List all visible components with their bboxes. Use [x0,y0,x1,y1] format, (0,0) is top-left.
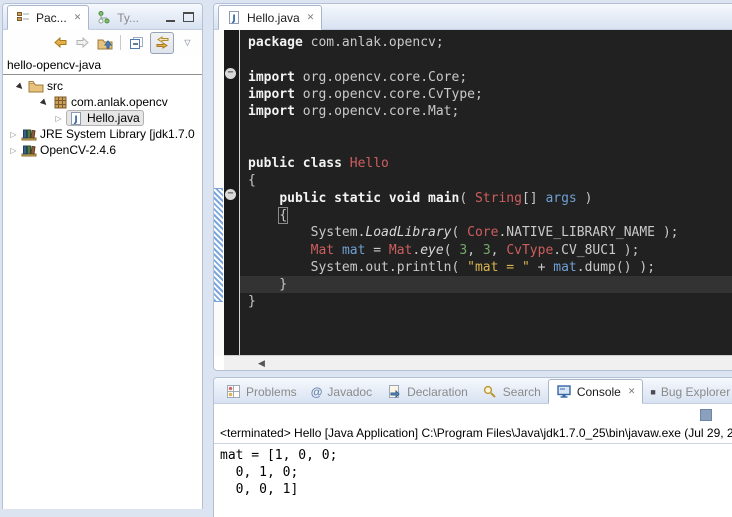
console-output[interactable]: mat = [1, 0, 0; 0, 1, 0; 0, 0, 1] [214,444,732,501]
svg-text:J: J [231,14,235,24]
console-view: Problems @ Javadoc Declaration Search Co… [213,377,732,517]
tab-hello-java[interactable]: J Hello.java ✕ [218,5,322,30]
search-icon [482,385,498,399]
library-icon [21,127,37,141]
tab-declaration[interactable]: Declaration [379,380,475,403]
tab-label: Console [577,385,621,399]
up-button[interactable] [96,35,113,51]
tab-type-hierarchy[interactable]: Ty... [89,6,146,29]
console-toolbar-icon[interactable] [700,409,712,421]
fold-collapse-icon[interactable]: − [225,189,236,200]
left-view-tabbar: Pac... ✕ Ty... [3,4,202,30]
package-explorer-toolbar: ▽ [3,30,202,55]
bug-square-icon: ■ [650,387,655,397]
project-tree: ▶ src ▶ com.anlak.opencv ▷ J Hello.java … [3,75,202,158]
fold-gutter: − − [224,30,240,356]
minimize-icon[interactable] [166,12,175,22]
svg-text:J: J [73,115,77,125]
javadoc-at-icon: @ [311,385,323,399]
collapse-arrow-icon[interactable]: ▷ [9,130,18,139]
java-file-icon: J [68,111,84,125]
package-explorer-icon [15,11,31,25]
tab-label: Bug Explorer [661,385,730,399]
declaration-icon [386,385,402,399]
code-lines[interactable]: package com.anlak.opencv; import org.ope… [240,30,732,356]
tree-item-opencv-library[interactable]: ▷ OpenCV-2.4.6 [3,142,202,158]
tab-label: Ty... [117,11,139,25]
expand-arrow-icon[interactable]: ▶ [14,80,27,93]
tab-label: Pac... [36,11,67,25]
package-explorer-view: Pac... ✕ Ty... ▽ he [2,3,203,509]
tree-item-label: OpenCV-2.4.6 [40,143,116,157]
console-icon [556,385,572,399]
expand-arrow-icon[interactable]: ▶ [38,96,51,109]
java-file-icon: J [226,11,242,25]
tab-label: Hello.java [247,11,300,25]
tree-item-src[interactable]: ▶ src [3,78,202,94]
horizontal-scrollbar[interactable]: ◀ [224,355,732,370]
close-icon[interactable]: ✕ [74,12,82,23]
tree-item-package[interactable]: ▶ com.anlak.opencv [3,94,202,110]
tab-search[interactable]: Search [475,380,548,403]
tab-console[interactable]: Console ✕ [548,379,644,404]
tab-javadoc[interactable]: @ Javadoc [304,380,379,403]
view-menu-button[interactable]: ▽ [179,35,196,51]
tree-item-label: com.anlak.opencv [71,95,168,109]
package-icon [52,95,68,109]
tab-package-explorer[interactable]: Pac... ✕ [7,5,89,30]
tree-item-jre-library[interactable]: ▷ JRE System Library [jdk1.7.0 [3,126,202,142]
tab-problems[interactable]: Problems [218,380,304,403]
tab-bug-explorer[interactable]: ■ Bug Explorer [643,380,732,403]
tab-label: Search [503,385,541,399]
bottom-view-tabbar: Problems @ Javadoc Declaration Search Co… [214,378,732,404]
console-toolbar [214,404,732,425]
tree-item-label: Hello.java [87,111,140,125]
range-indicator [214,188,223,302]
collapse-arrow-icon[interactable]: ▷ [9,146,18,155]
fold-collapse-icon[interactable]: − [225,68,236,79]
collapse-arrow-icon[interactable]: ▷ [54,114,63,123]
maximize-icon[interactable] [183,12,194,22]
view-window-buttons [166,12,202,29]
project-header[interactable]: hello-opencv-java [3,55,202,75]
collapse-all-button[interactable] [128,35,145,51]
annotation-ruler [214,30,224,356]
problems-icon [225,385,241,399]
tab-label: Declaration [407,385,468,399]
tab-label: Javadoc [327,385,372,399]
tree-item-label: src [47,79,63,93]
library-icon [21,143,37,157]
back-button[interactable] [52,35,69,51]
selected-item: J Hello.java [66,110,144,126]
toolbar-separator [120,35,121,50]
forward-button[interactable] [74,35,91,51]
tab-label: Problems [246,385,297,399]
source-folder-icon [28,79,44,93]
editor-tabbar: J Hello.java ✕ [214,4,732,30]
close-icon[interactable]: ✕ [307,12,315,23]
editor-area: J Hello.java ✕ − − package com.anlak.ope… [213,3,732,371]
code-editor[interactable]: − − package com.anlak.opencv; import org… [214,30,732,356]
tree-item-label: JRE System Library [jdk1.7.0 [40,127,195,141]
scroll-left-icon[interactable]: ◀ [258,358,265,369]
tree-item-hello-java[interactable]: ▷ J Hello.java [3,110,202,126]
link-with-editor-button[interactable] [150,32,174,54]
console-status-line: <terminated> Hello [Java Application] C:… [214,425,732,444]
close-icon[interactable]: ✕ [628,386,636,397]
type-hierarchy-icon [96,11,112,25]
